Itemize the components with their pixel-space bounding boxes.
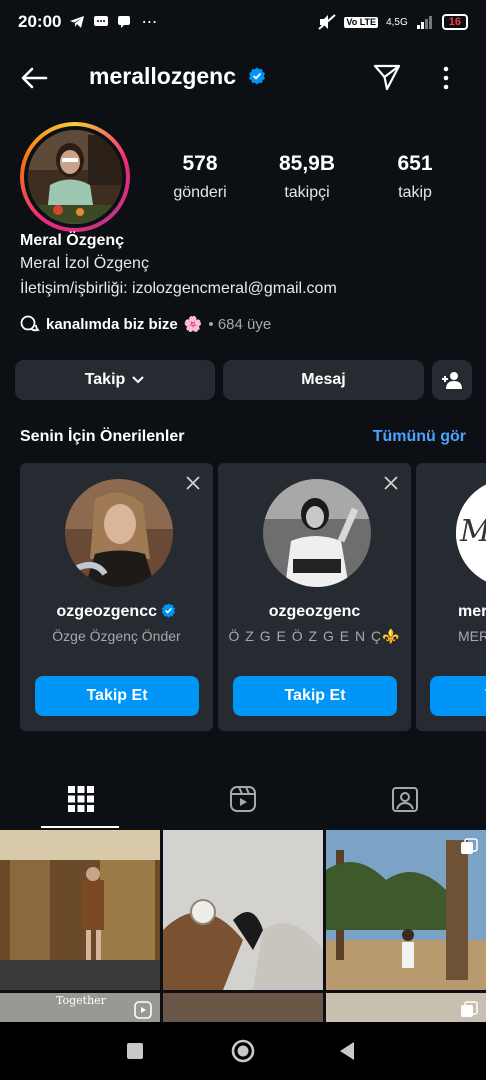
bio-line-2: İletişim/işbirliği: izolozgencmeral@gmai… <box>20 280 337 297</box>
header-username: merallozgenc <box>89 63 236 89</box>
grid-post[interactable]: Together <box>0 993 160 1023</box>
battery-indicator: 16 <box>441 14 468 30</box>
svg-text:M: M <box>459 514 486 549</box>
bio-line-1: Meral İzol Özgenç <box>20 255 149 272</box>
follow-button[interactable]: T <box>430 676 486 716</box>
suggestion-card[interactable]: ozgeozgencc Özge Özgenç Önder Takip Et <box>20 463 213 731</box>
suggestion-full-name: MER <box>458 628 486 644</box>
profile-full-name: Meral Özgenç <box>20 232 125 249</box>
message-icon <box>94 16 109 26</box>
back-arrow-icon[interactable] <box>18 62 50 94</box>
direct-send-icon[interactable] <box>372 62 402 92</box>
following-dropdown-button[interactable]: Takip <box>15 360 215 400</box>
follow-button[interactable]: Takip Et <box>233 676 397 716</box>
tab-reels[interactable] <box>162 770 324 828</box>
posts-grid: Together <box>0 830 486 1023</box>
tab-posts-grid[interactable] <box>0 770 162 828</box>
chevron-down-icon <box>132 376 145 384</box>
telegram-icon <box>70 16 85 28</box>
avatar-photo <box>28 130 122 224</box>
suggest-people-button[interactable] <box>432 360 472 400</box>
suggestion-full-name: Özge Özgenç Önder <box>52 628 181 644</box>
suggestion-avatar[interactable] <box>65 479 173 587</box>
profile-tabs <box>0 770 486 830</box>
grid-post[interactable] <box>163 830 323 990</box>
follow-button[interactable]: Takip Et <box>35 676 199 716</box>
verified-badge-icon <box>162 603 176 618</box>
following-stat[interactable]: 651 takip <box>370 152 460 202</box>
post-overlay-text: Together <box>56 994 106 1007</box>
add-user-icon <box>442 372 462 389</box>
mute-icon <box>318 14 337 30</box>
network-type: 4,5G <box>386 16 408 28</box>
channel-members: • 684 üye <box>208 315 272 333</box>
profile-header: merallozgenc <box>0 52 486 102</box>
system-navigation-bar <box>0 1022 486 1080</box>
suggestion-avatar[interactable]: M <box>456 479 486 587</box>
see-all-link[interactable]: Tümünü gör <box>373 428 466 446</box>
channel-icon <box>20 315 40 332</box>
suggestion-username: ozgeozgenc <box>268 603 361 620</box>
tagged-icon <box>392 787 418 812</box>
carousel-icon <box>461 838 478 854</box>
suggestion-username: ozgeozgencc <box>56 603 157 620</box>
grid-post[interactable] <box>0 830 160 990</box>
active-tab-indicator <box>41 826 119 828</box>
signal-icon <box>416 16 432 29</box>
channel-name: kanalımda biz bize <box>46 315 178 333</box>
suggestion-full-name: Ö Z G E Ö Z G E N Ç⚜️ <box>228 628 401 644</box>
suggestion-card[interactable]: M mer MER T <box>416 463 486 731</box>
verified-badge-icon <box>249 67 265 85</box>
grid-post[interactable] <box>326 830 486 990</box>
more-vertical-icon[interactable] <box>438 64 454 92</box>
tab-tagged[interactable] <box>324 770 486 828</box>
status-bar: 20:00 ⋯ Vo LTE 4,5G 16 <box>0 0 486 44</box>
suggestion-avatar[interactable] <box>263 479 371 587</box>
channel-emoji: 🌸 <box>183 316 203 333</box>
suggestion-username: mer <box>458 603 486 620</box>
back-triangle-icon[interactable] <box>333 1036 363 1066</box>
followers-stat[interactable]: 85,9B takipçi <box>262 152 352 202</box>
grid-icon <box>68 786 94 812</box>
instagram-profile-screen: 20:00 ⋯ Vo LTE 4,5G 16 merallozgenc 578 … <box>0 0 486 1080</box>
close-icon[interactable] <box>185 475 201 491</box>
posts-stat[interactable]: 578 gönderi <box>155 152 245 202</box>
reels-icon <box>230 786 256 812</box>
profile-avatar[interactable] <box>20 122 130 232</box>
status-time: 20:00 <box>18 12 62 31</box>
more-notifications-icon: ⋯ <box>141 14 158 31</box>
carousel-icon <box>461 1001 478 1017</box>
close-icon[interactable] <box>383 475 399 491</box>
message-button[interactable]: Mesaj <box>223 360 424 400</box>
reel-icon <box>134 1001 152 1019</box>
grid-post[interactable] <box>326 993 486 1023</box>
chat-icon <box>118 16 131 28</box>
volte-chip: Vo LTE <box>344 16 379 28</box>
broadcast-channel-link[interactable]: kanalımda biz bize 🌸 • 684 üye <box>20 315 271 333</box>
recents-square-icon[interactable] <box>120 1036 150 1066</box>
grid-post[interactable] <box>163 993 323 1023</box>
suggestions-title: Senin İçin Önerilenler <box>20 428 185 445</box>
home-circle-icon[interactable] <box>228 1036 258 1066</box>
suggestion-card[interactable]: ozgeozgenc Ö Z G E Ö Z G E N Ç⚜️ Takip E… <box>218 463 411 731</box>
